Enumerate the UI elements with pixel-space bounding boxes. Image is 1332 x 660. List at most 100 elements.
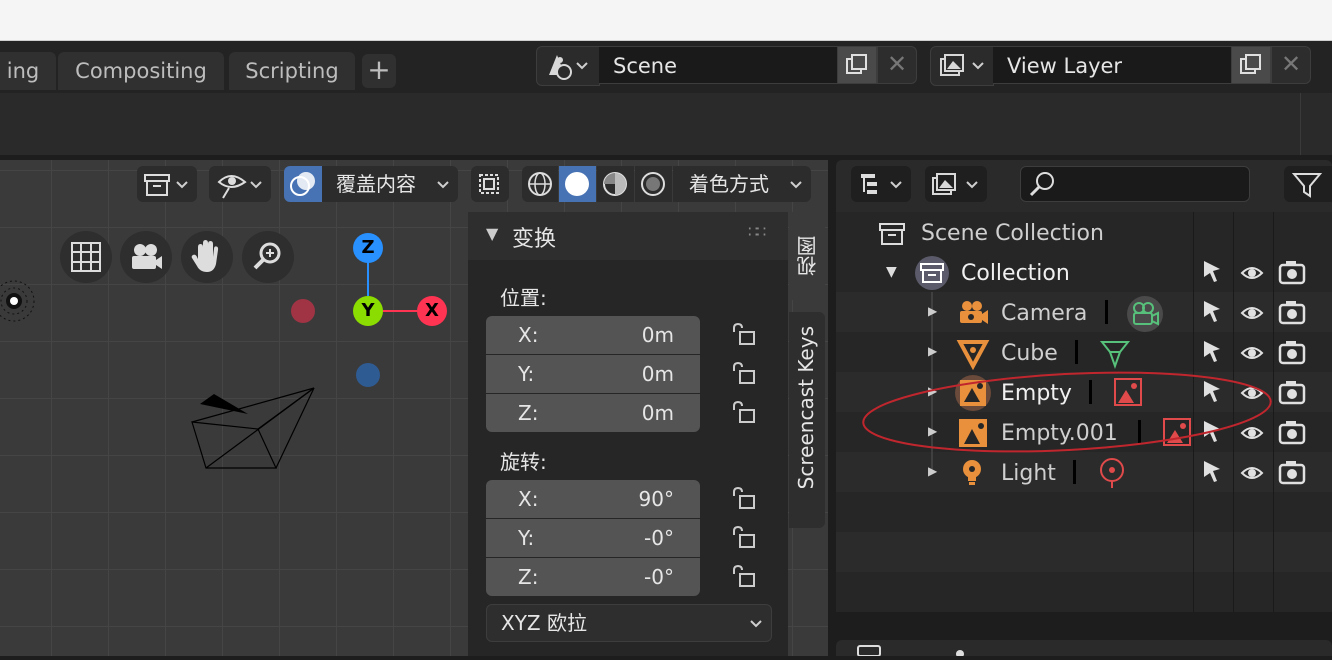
- separator: [1105, 300, 1108, 324]
- xray-toggle-button[interactable]: [471, 166, 509, 202]
- lock-location-y-icon[interactable]: [730, 361, 758, 387]
- duplicate-icon: [846, 54, 867, 74]
- rotation-y-field[interactable]: Y: -0°: [486, 519, 700, 557]
- rotation-x-field[interactable]: X: 90°: [486, 480, 700, 518]
- transform-panel-header[interactable]: ▼ 变换 ∷∷: [468, 212, 788, 260]
- outliner-item-label[interactable]: Camera: [1001, 294, 1087, 334]
- mesh-object-icon: [956, 340, 990, 370]
- separator: [1075, 340, 1078, 364]
- close-icon: ✕: [1280, 50, 1302, 78]
- outliner-row-stripe: [836, 532, 1332, 572]
- collection-label[interactable]: Collection: [961, 254, 1070, 294]
- toggle-ortho-button[interactable]: [60, 231, 112, 283]
- new-view-layer-button[interactable]: [1231, 46, 1271, 84]
- solid-shading-button[interactable]: [559, 166, 596, 202]
- render-layers-icon: [932, 173, 978, 195]
- lock-location-x-icon[interactable]: [730, 322, 758, 348]
- tab-compositing[interactable]: Compositing: [58, 52, 224, 90]
- location-x-field[interactable]: X: 0m: [486, 316, 700, 354]
- pan-view-button[interactable]: [181, 231, 233, 283]
- tab-screencast-keys[interactable]: Screencast Keys: [789, 312, 825, 528]
- add-workspace-button[interactable]: +: [362, 54, 396, 88]
- lock-location-z-icon[interactable]: [730, 400, 758, 426]
- wireframe-sphere-icon: [528, 172, 552, 196]
- light-data-icon[interactable]: [1096, 456, 1128, 490]
- rendered-shading-button[interactable]: [635, 166, 672, 202]
- rotation-mode-dropdown[interactable]: XYZ 欧拉: [486, 604, 772, 642]
- camera-icon: [960, 301, 988, 324]
- tool-header: [0, 93, 1300, 155]
- hand-icon: [191, 240, 219, 272]
- expand-arrow-icon[interactable]: ▶: [928, 464, 937, 478]
- tab-partial[interactable]: ing: [0, 52, 56, 90]
- shading-dropdown[interactable]: 着色方式: [673, 166, 811, 202]
- expand-arrow-icon[interactable]: ▶: [928, 344, 937, 358]
- gizmo-z-axis[interactable]: Z: [353, 233, 383, 263]
- light-object-icon: [0, 280, 35, 322]
- gizmo-visibility-button[interactable]: [209, 166, 271, 202]
- gizmo-y-axis[interactable]: Y: [353, 296, 383, 326]
- location-z-axis-label: Z:: [518, 401, 539, 425]
- location-z-field[interactable]: Z: 0m: [486, 394, 700, 432]
- render-layers-icon: [940, 54, 984, 76]
- lock-rotation-x-icon[interactable]: [730, 486, 758, 512]
- view-layer-name-field[interactable]: View Layer: [993, 46, 1231, 84]
- outliner-search-input[interactable]: [1020, 166, 1250, 202]
- outliner-filter-button[interactable]: [1284, 166, 1332, 202]
- red-annotation-ellipse: [862, 371, 1272, 453]
- overlay-dropdown[interactable]: 覆盖内容: [322, 166, 458, 202]
- outliner-display-mode-button[interactable]: [851, 166, 911, 202]
- camera-data-icon[interactable]: [1126, 295, 1164, 333]
- outliner-item-label[interactable]: Light: [1001, 454, 1056, 494]
- gizmo-x-axis[interactable]: X: [417, 296, 447, 326]
- material-sphere-icon: [603, 172, 627, 196]
- tab-view[interactable]: 视图: [789, 212, 825, 300]
- xray-icon: [479, 174, 499, 194]
- scene-collection-icon: [879, 223, 905, 245]
- chevron-down-icon: [750, 620, 762, 628]
- archive-icon: [144, 174, 188, 196]
- rotation-z-field[interactable]: Z: -0°: [486, 558, 700, 596]
- drag-handle-icon[interactable]: ∷∷: [748, 222, 766, 241]
- filter-icon: [1291, 173, 1323, 198]
- delete-view-layer-button[interactable]: ✕: [1271, 46, 1311, 84]
- collection-expand-arrow-icon[interactable]: ▼: [886, 264, 897, 280]
- separator: [1073, 460, 1076, 484]
- location-x-value: 0m: [641, 323, 674, 347]
- mesh-data-icon[interactable]: [1098, 336, 1132, 370]
- location-y-axis-label: Y:: [518, 362, 535, 386]
- scene-browse-button[interactable]: [536, 46, 600, 86]
- outliner-tree-icon: [861, 174, 902, 194]
- lock-rotation-y-icon[interactable]: [730, 525, 758, 551]
- location-y-field[interactable]: Y: 0m: [486, 355, 700, 393]
- rotation-x-axis-label: X:: [518, 487, 539, 511]
- outliner-view-layer-filter-button[interactable]: [925, 166, 987, 202]
- rendered-sphere-icon: [641, 172, 665, 196]
- collapse-arrow-icon: ▼: [486, 224, 499, 243]
- grid-icon: [71, 242, 101, 272]
- material-shading-button[interactable]: [597, 166, 634, 202]
- chevron-down-icon: [437, 181, 449, 189]
- duplicate-icon: [1240, 54, 1261, 74]
- light-icon: [963, 460, 981, 485]
- expand-arrow-icon[interactable]: ▶: [928, 304, 937, 318]
- lock-rotation-z-icon[interactable]: [730, 564, 758, 590]
- view-layer-browse-button[interactable]: [930, 46, 994, 86]
- location-x-axis-label: X:: [518, 323, 539, 347]
- object-type-visibility-button[interactable]: [137, 166, 197, 202]
- camera-view-button[interactable]: [120, 231, 172, 283]
- rotation-mode-value: XYZ 欧拉: [501, 611, 587, 635]
- delete-scene-button[interactable]: ✕: [877, 46, 917, 84]
- rotation-x-value: 90°: [638, 487, 674, 511]
- overlay-toggle-button[interactable]: [284, 166, 322, 202]
- close-icon: ✕: [886, 50, 908, 78]
- tab-scripting[interactable]: Scripting: [229, 52, 355, 90]
- rotation-y-value: -0°: [644, 526, 674, 550]
- new-scene-button[interactable]: [837, 46, 877, 84]
- scene-name-field[interactable]: Scene: [599, 46, 837, 84]
- scene-collection-label[interactable]: Scene Collection: [921, 214, 1104, 254]
- window-top-strip: [0, 0, 1332, 41]
- rotation-z-value: -0°: [644, 565, 674, 589]
- wireframe-shading-button[interactable]: [522, 166, 558, 202]
- shading-label: 着色方式: [689, 172, 769, 196]
